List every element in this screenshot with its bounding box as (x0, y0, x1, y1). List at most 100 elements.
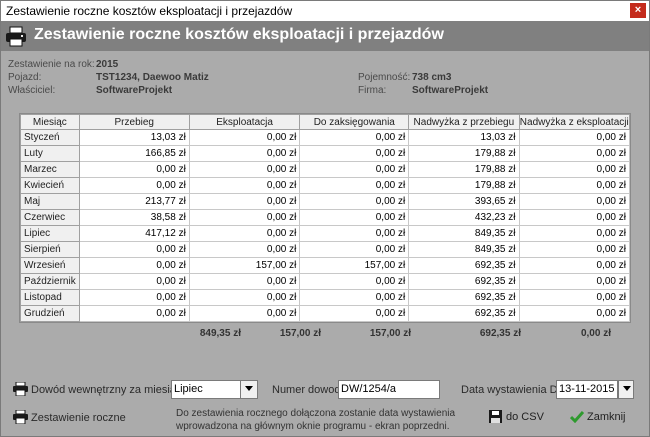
close-button[interactable]: × (630, 3, 646, 18)
value-cell[interactable]: 0,00 zł (518, 273, 630, 290)
value-cell[interactable]: 0,00 zł (188, 225, 301, 242)
value-cell[interactable]: 0,00 zł (188, 289, 301, 306)
value-cell[interactable]: 0,00 zł (518, 161, 630, 178)
value-cell[interactable]: 0,00 zł (188, 209, 301, 226)
value-cell[interactable]: 179,88 zł (408, 145, 520, 162)
month-cell[interactable]: Lipiec (20, 225, 80, 242)
value-cell[interactable]: 0,00 zł (188, 161, 301, 178)
table-row[interactable]: Luty 166,85 zł 0,00 zł 0,00 zł 179,88 zł 0,00… (20, 145, 630, 162)
value-cell[interactable]: 0,00 zł (299, 129, 410, 146)
value-cell[interactable]: 0,00 zł (299, 161, 410, 178)
summary-table[interactable]: Miesiąc Przebieg Eksploatacja Do zaksięg… (19, 113, 631, 323)
value-cell[interactable]: 0,00 zł (78, 257, 190, 274)
value-cell[interactable]: 0,00 zł (299, 289, 410, 306)
column-header[interactable]: Do zaksięgowania (299, 114, 410, 130)
month-cell[interactable]: Sierpień (20, 241, 80, 258)
month-cell[interactable]: Luty (20, 145, 80, 162)
value-cell[interactable]: 0,00 zł (188, 273, 301, 290)
value-cell[interactable]: 849,35 zł (408, 225, 520, 242)
value-cell[interactable]: 0,00 zł (188, 129, 301, 146)
value-cell[interactable]: 13,03 zł (78, 129, 190, 146)
column-header[interactable]: Nadwyżka z eksploatacji (518, 114, 630, 130)
value-cell[interactable]: 849,35 zł (408, 241, 520, 258)
column-header[interactable]: Eksploatacja (188, 114, 301, 130)
annual-print-label[interactable]: Zestawienie roczne (31, 412, 126, 424)
value-cell[interactable]: 0,00 zł (518, 209, 630, 226)
month-cell[interactable]: Listopad (20, 289, 80, 306)
value-cell[interactable]: 432,23 zł (408, 209, 520, 226)
table-row[interactable]: Sierpień 0,00 zł 0,00 zł 0,00 zł 849,35 zł 0,… (20, 241, 630, 258)
value-cell[interactable]: 179,88 zł (408, 161, 520, 178)
value-cell[interactable]: 157,00 zł (299, 257, 410, 274)
value-cell[interactable]: 0,00 zł (78, 161, 190, 178)
value-cell[interactable]: 13,03 zł (408, 129, 520, 146)
value-cell[interactable]: 0,00 zł (188, 305, 301, 322)
value-cell[interactable]: 692,35 zł (408, 305, 520, 322)
table-row[interactable]: Wrzesień 0,00 zł 157,00 zł 157,00 zł 692,35 … (20, 257, 630, 274)
value-cell[interactable]: 692,35 zł (408, 257, 520, 274)
table-row[interactable]: Listopad 0,00 zł 0,00 zł 0,00 zł 692,35 zł 0,… (20, 289, 630, 306)
proof-number-input[interactable]: DW/1254/a (338, 380, 440, 399)
table-row[interactable]: Czerwiec 38,58 zł 0,00 zł 0,00 zł 432,23 zł 0… (20, 209, 630, 226)
value-cell[interactable]: 0,00 zł (188, 145, 301, 162)
value-cell[interactable]: 0,00 zł (188, 177, 301, 194)
value-cell[interactable]: 0,00 zł (299, 225, 410, 242)
value-cell[interactable]: 38,58 zł (78, 209, 190, 226)
table-row[interactable]: Grudzień 0,00 zł 0,00 zł 0,00 zł 692,35 zł 0,… (20, 305, 630, 322)
column-header[interactable]: Nadwyżka z przebiegu (408, 114, 520, 130)
value-cell[interactable]: 393,65 zł (408, 193, 520, 210)
value-cell[interactable]: 0,00 zł (518, 305, 630, 322)
value-cell[interactable]: 0,00 zł (78, 177, 190, 194)
table-row[interactable]: Styczeń 13,03 zł 0,00 zł 0,00 zł 13,03 zł 0,0… (20, 129, 630, 146)
value-cell[interactable]: 157,00 zł (188, 257, 301, 274)
value-cell[interactable]: 0,00 zł (299, 241, 410, 258)
table-row[interactable]: Marzec 0,00 zł 0,00 zł 0,00 zł 179,88 zł 0,00… (20, 161, 630, 178)
value-cell[interactable]: 179,88 zł (408, 177, 520, 194)
month-cell[interactable]: Marzec (20, 161, 80, 178)
month-cell[interactable]: Czerwiec (20, 209, 80, 226)
date-picker-button[interactable] (618, 380, 634, 399)
chevron-down-icon[interactable] (619, 381, 633, 398)
value-cell[interactable]: 166,85 zł (78, 145, 190, 162)
table-row[interactable]: Październik 0,00 zł 0,00 zł 0,00 zł 692,35 z… (20, 273, 630, 290)
month-cell[interactable]: Kwiecień (20, 177, 80, 194)
value-cell[interactable]: 0,00 zł (188, 193, 301, 210)
value-cell[interactable]: 0,00 zł (518, 289, 630, 306)
value-cell[interactable]: 213,77 zł (78, 193, 190, 210)
value-cell[interactable]: 0,00 zł (518, 177, 630, 194)
table-row[interactable]: Lipiec 417,12 zł 0,00 zł 0,00 zł 849,35 zł 0,… (20, 225, 630, 242)
value-cell[interactable]: 0,00 zł (518, 257, 630, 274)
month-cell[interactable]: Wrzesień (20, 257, 80, 274)
value-cell[interactable]: 0,00 zł (78, 241, 190, 258)
value-cell[interactable]: 0,00 zł (299, 145, 410, 162)
value-cell[interactable]: 692,35 zł (408, 273, 520, 290)
column-header[interactable]: Miesiąc (20, 114, 80, 130)
value-cell[interactable]: 0,00 zł (518, 145, 630, 162)
value-cell[interactable]: 0,00 zł (78, 273, 190, 290)
table-row[interactable]: Kwiecień 0,00 zł 0,00 zł 0,00 zł 179,88 zł 0,… (20, 177, 630, 194)
value-cell[interactable]: 0,00 zł (299, 193, 410, 210)
value-cell[interactable]: 0,00 zł (78, 289, 190, 306)
value-cell[interactable]: 692,35 zł (408, 289, 520, 306)
value-cell[interactable]: 0,00 zł (518, 129, 630, 146)
value-cell[interactable]: 0,00 zł (518, 225, 630, 242)
value-cell[interactable]: 0,00 zł (518, 241, 630, 258)
value-cell[interactable]: 417,12 zł (78, 225, 190, 242)
value-cell[interactable]: 0,00 zł (299, 177, 410, 194)
value-cell[interactable]: 0,00 zł (518, 193, 630, 210)
month-cell[interactable]: Styczeń (20, 129, 80, 146)
month-cell[interactable]: Październik (20, 273, 80, 290)
value-cell[interactable]: 0,00 zł (299, 209, 410, 226)
chevron-down-icon[interactable] (240, 381, 257, 398)
printer-icon[interactable] (13, 382, 28, 396)
month-select[interactable]: Lipiec (171, 380, 258, 399)
table-row[interactable]: Maj 213,77 zł 0,00 zł 0,00 zł 393,65 zł 0,00 … (20, 193, 630, 210)
column-header[interactable]: Przebieg (78, 114, 190, 130)
value-cell[interactable]: 0,00 zł (299, 305, 410, 322)
month-cell[interactable]: Grudzień (20, 305, 80, 322)
internal-proof-label[interactable]: Dowód wewnętrzny za miesiąc: (31, 384, 184, 396)
printer-icon[interactable] (13, 410, 28, 424)
value-cell[interactable]: 0,00 zł (299, 273, 410, 290)
date-input[interactable]: 13-11-2015 (556, 380, 618, 399)
month-cell[interactable]: Maj (20, 193, 80, 210)
